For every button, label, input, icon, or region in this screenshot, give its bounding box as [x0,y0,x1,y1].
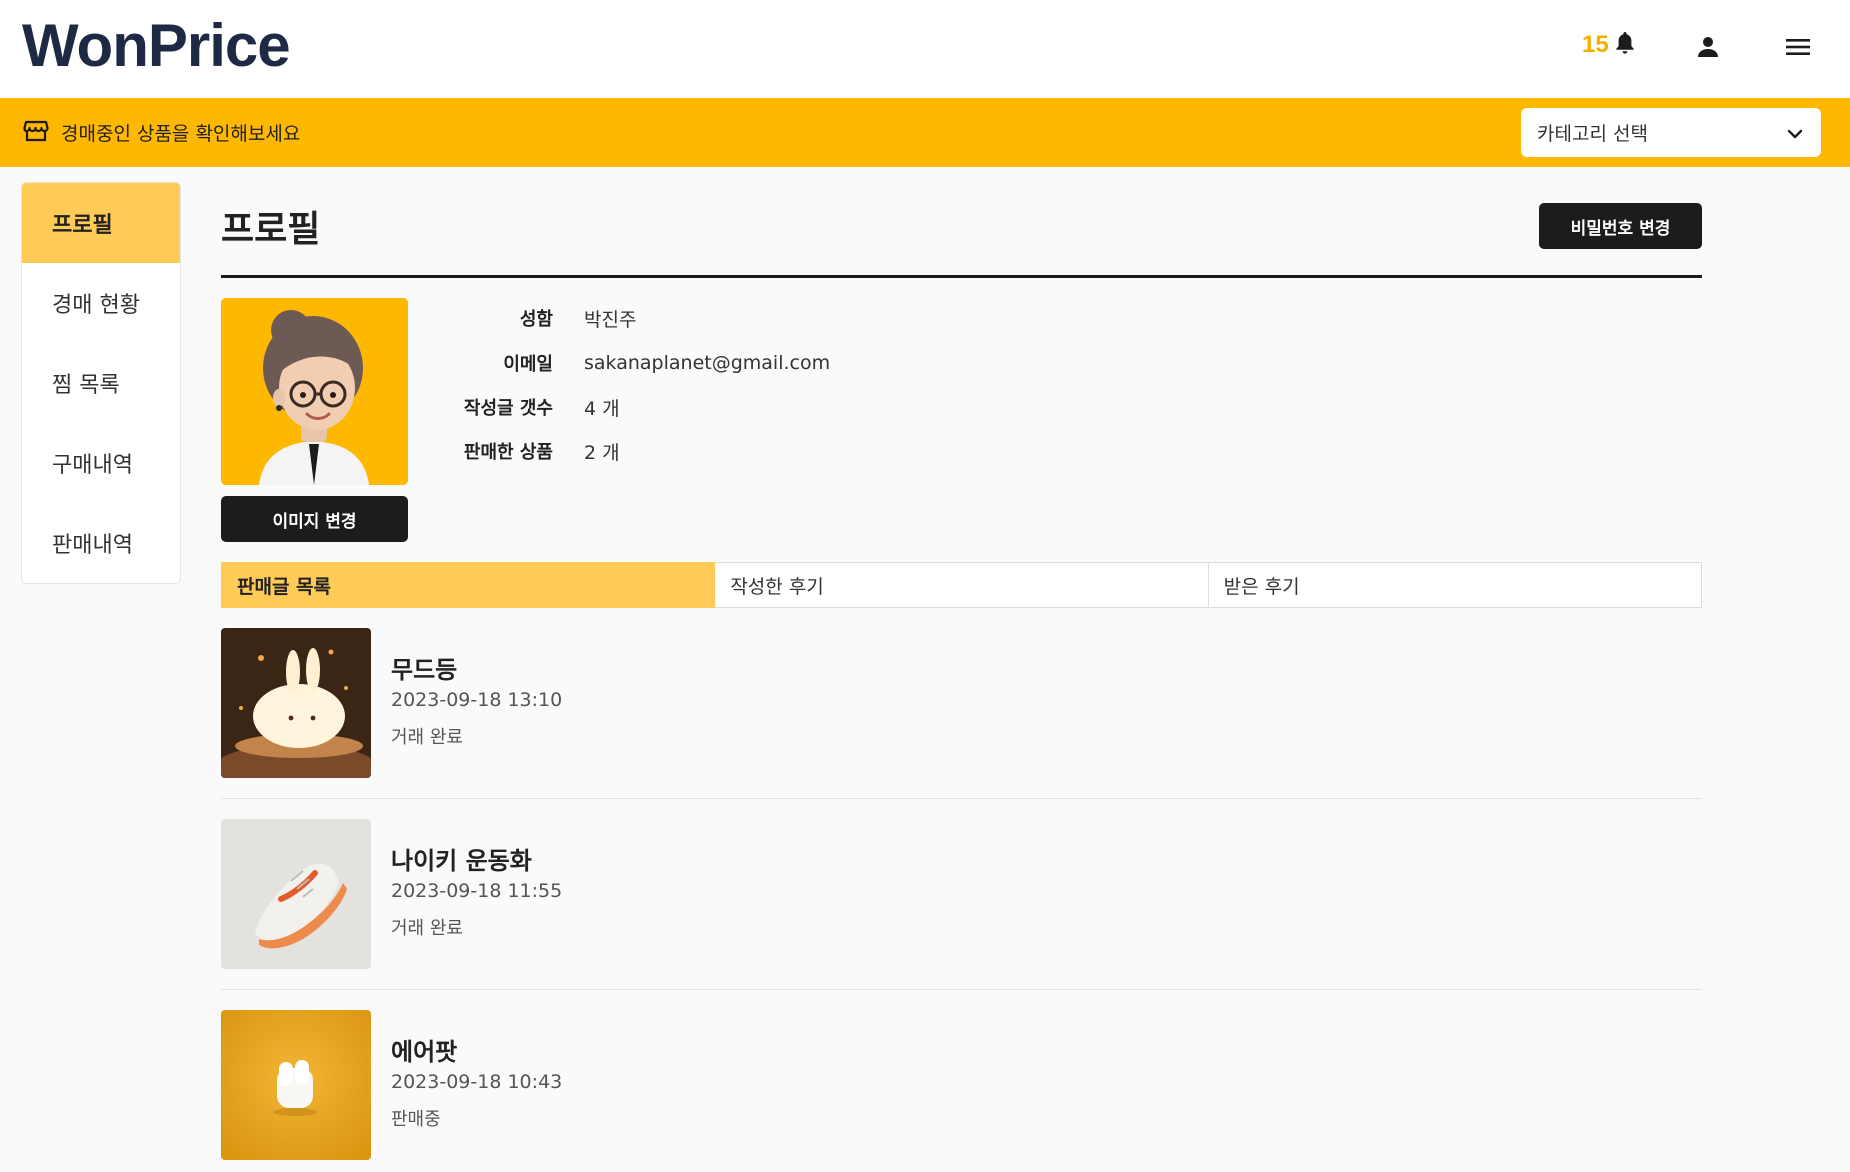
store-icon [23,118,49,144]
sidebar-item-wishlist[interactable]: 찜 목록 [22,343,180,423]
divider [221,798,1702,799]
product-image-mood-lamp [221,628,371,778]
post-title[interactable]: 무드등 [391,650,457,685]
chevron-down-icon [1787,122,1803,144]
post-date: 2023-09-18 10:43 [391,1071,563,1093]
notification-count: 15 [1582,31,1609,58]
menu-icon[interactable] [1783,32,1813,62]
user-icon[interactable] [1693,32,1723,62]
sidebar-item-auction-status[interactable]: 경매 현황 [22,263,180,343]
profile-tabs: 판매글 목록 작성한 후기 받은 후기 [221,562,1702,608]
divider [221,989,1702,990]
post-status: 거래 완료 [391,727,463,748]
sidebar: 프로필 경매 현황 찜 목록 구매내역 판매내역 [21,182,181,584]
info-row-email: 이메일 sakanaplanet@gmail.com [420,349,830,377]
logo[interactable]: WonPrice [22,10,291,82]
page-title: 프로필 [221,209,321,250]
info-label: 이메일 [503,354,553,375]
info-label: 작성글 갯수 [463,398,553,419]
tab-received-reviews[interactable]: 받은 후기 [1208,562,1702,608]
info-value: 박진주 [584,308,637,331]
title-divider [221,275,1702,278]
tab-sales-posts[interactable]: 판매글 목록 [221,562,716,608]
category-select-label: 카테고리 선택 [1537,123,1648,145]
info-row-post-count: 작성글 갯수 4 개 [420,393,620,421]
sidebar-item-profile[interactable]: 프로필 [22,183,180,263]
post-date: 2023-09-18 11:55 [391,880,563,902]
post-status: 판매중 [391,1109,441,1130]
info-value: 4 개 [584,397,620,420]
post-status: 거래 완료 [391,918,463,939]
list-item[interactable]: 무드등 2023-09-18 13:10 거래 완료 [221,628,1702,778]
change-password-button[interactable]: 비밀번호 변경 [1539,203,1702,249]
info-row-sold-count: 판매한 상품 2 개 [420,437,620,465]
post-date: 2023-09-18 13:10 [391,689,563,711]
list-item[interactable]: 에어팟 2023-09-18 10:43 판매중 [221,1010,1702,1160]
sidebar-item-purchases[interactable]: 구매내역 [22,423,180,503]
change-image-button[interactable]: 이미지 변경 [221,496,408,542]
product-image-nike-shoes [221,819,371,969]
info-label: 판매한 상품 [463,442,553,463]
info-row-name: 성함 박진주 [420,304,637,332]
post-title[interactable]: 나이키 운동화 [391,841,532,876]
top-header: WonPrice 15 [0,0,1850,98]
bell-icon [1613,30,1637,60]
info-value: sakanaplanet@gmail.com [584,352,831,374]
post-title[interactable]: 에어팟 [391,1032,457,1067]
list-item[interactable]: 나이키 운동화 2023-09-18 11:55 거래 완료 [221,819,1702,969]
info-label: 성함 [519,309,553,330]
sidebar-item-sales[interactable]: 판매내역 [22,503,180,583]
tab-written-reviews[interactable]: 작성한 후기 [715,562,1209,608]
product-image-airpods [221,1010,371,1160]
category-select[interactable]: 카테고리 선택 [1521,108,1821,157]
info-value: 2 개 [584,441,620,464]
notification-button[interactable]: 15 [1582,30,1637,60]
profile-avatar [221,298,408,485]
banner-text[interactable]: 경매중인 상품을 확인해보세요 [61,119,300,146]
auction-banner: 경매중인 상품을 확인해보세요 카테고리 선택 [0,98,1850,167]
